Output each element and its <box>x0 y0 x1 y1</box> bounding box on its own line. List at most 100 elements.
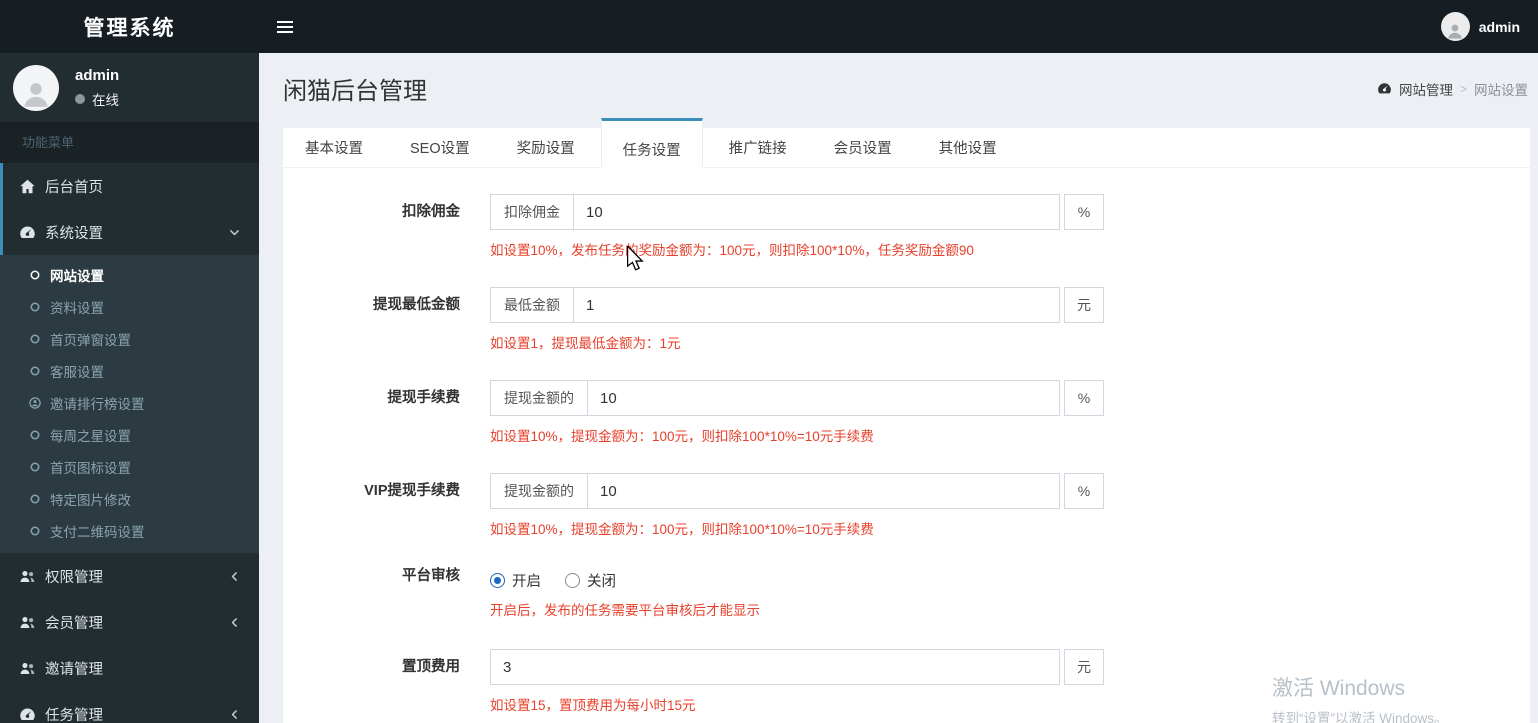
input-field[interactable]: 3 <box>490 649 1060 685</box>
breadcrumb-parent[interactable]: 网站管理 <box>1399 79 1453 99</box>
form-row-1: 提现最低金额 最低金额 1 元如设置1，提现最低金额为：1元 <box>283 287 1530 352</box>
circle-icon <box>28 268 42 282</box>
tab-0[interactable]: 基本设置 <box>284 128 384 167</box>
field-label: 提现手续费 <box>387 390 461 406</box>
sidebar-item-4[interactable]: 邀请管理 <box>0 645 259 691</box>
dashboard-icon <box>19 706 36 723</box>
submenu-item-5[interactable]: 每周之星设置 <box>0 419 259 451</box>
input-prefix: 提现金额的 <box>491 381 588 415</box>
chevron-left-icon <box>228 708 241 721</box>
field-hint: 如设置10%，发布任务的奖励金额为：100元，则扣除100*10%，任务奖励金额… <box>490 243 974 258</box>
input-unit: 元 <box>1064 287 1104 323</box>
input-value[interactable]: 10 <box>574 195 1059 229</box>
input-field[interactable]: 最低金额 1 <box>490 287 1060 323</box>
submenu-item-4[interactable]: 邀请排行榜设置 <box>0 387 259 419</box>
tab-6[interactable]: 其他设置 <box>918 128 1018 167</box>
user-avatar-icon <box>13 64 59 111</box>
sidebar-user-status: 在线 <box>92 92 119 108</box>
sidebar-toggle-button[interactable] <box>263 0 307 53</box>
field-hint: 如设置1，提现最低金额为：1元 <box>490 336 681 351</box>
input-field[interactable]: 扣除佣金 10 <box>490 194 1060 230</box>
input-prefix: 提现金额的 <box>491 474 588 508</box>
radio-option-0[interactable]: 开启 <box>490 570 541 591</box>
sidebar-item-0[interactable]: 后台首页 <box>0 163 259 209</box>
submenu-item-label: 首页弹窗设置 <box>50 333 131 348</box>
submenu-item-0[interactable]: 网站设置 <box>0 259 259 291</box>
radio-option-1[interactable]: 关闭 <box>565 570 616 591</box>
breadcrumb: 网站管理 > 网站设置 <box>1377 79 1528 99</box>
navbar-user-menu[interactable]: admin <box>1423 0 1538 53</box>
submenu-item-label: 支付二维码设置 <box>50 525 145 540</box>
dashboard-icon <box>19 224 36 241</box>
sidebar-item-2[interactable]: 权限管理 <box>0 553 259 599</box>
input-value[interactable]: 3 <box>491 650 1059 684</box>
field-hint: 如设置10%，提现金额为：100元，则扣除100*10%=10元手续费 <box>490 522 874 537</box>
content-header: 闲猫后台管理 网站管理 > 网站设置 <box>259 53 1538 118</box>
user-avatar-icon <box>1440 12 1470 41</box>
submenu-item-8[interactable]: 支付二维码设置 <box>0 515 259 547</box>
circle-icon <box>28 428 42 442</box>
submenu-item-3[interactable]: 客服设置 <box>0 355 259 387</box>
radio-label: 关闭 <box>587 573 616 590</box>
input-field[interactable]: 提现金额的 10 <box>490 380 1060 416</box>
circle-icon <box>28 524 42 538</box>
submenu-item-7[interactable]: 特定图片修改 <box>0 483 259 515</box>
input-unit: % <box>1064 473 1104 509</box>
form-row-5: 置顶费用 3 元如设置15，置顶费用为每小时15元 <box>283 649 1530 714</box>
tab-5[interactable]: 会员设置 <box>813 128 913 167</box>
sidebar-user-panel: admin 在线 <box>0 53 259 122</box>
breadcrumb-current: 网站设置 <box>1474 82 1528 98</box>
sidebar-item-5[interactable]: 任务管理 <box>0 691 259 723</box>
submenu-item-1[interactable]: 资料设置 <box>0 291 259 323</box>
field-label: 提现最低金额 <box>373 297 460 313</box>
sidebar-menu-header: 功能菜单 <box>0 122 259 163</box>
users-icon <box>19 568 36 585</box>
submenu-item-2[interactable]: 首页弹窗设置 <box>0 323 259 355</box>
circle-icon <box>28 492 42 506</box>
submenu-item-label: 每周之星设置 <box>50 429 131 444</box>
input-value[interactable]: 1 <box>574 288 1059 322</box>
tab-4[interactable]: 推广链接 <box>708 128 808 167</box>
tab-2[interactable]: 奖励设置 <box>496 128 596 167</box>
form-row-3: VIP提现手续费 提现金额的 10% 如设置10%，提现金额为：100元，则扣除100… <box>283 473 1530 538</box>
submenu-item-6[interactable]: 首页图标设置 <box>0 451 259 483</box>
field-hint: 如设置10%，提现金额为：100元，则扣除100*10%=10元手续费 <box>490 429 874 444</box>
radio-button[interactable] <box>565 572 580 588</box>
navbar-username: admin <box>1478 18 1520 35</box>
input-unit: % <box>1064 194 1104 230</box>
dashboard-icon <box>1377 81 1392 96</box>
sidebar-submenu: 网站设置 资料设置首页弹窗设置客服设置 邀请排行榜设置每周之星设置首页图标设置特定图… <box>0 255 259 553</box>
status-dot-icon <box>75 93 85 104</box>
circle-icon <box>28 300 42 314</box>
chevron-down-icon <box>228 226 241 239</box>
tab-3[interactable]: 任务设置 <box>600 118 703 168</box>
tab-1[interactable]: SEO设置 <box>389 128 491 167</box>
settings-tabs: 基本设置 SEO设置 奖励设置 任务设置 推广链接 会员设置 其他设置 <box>283 118 1530 168</box>
input-unit: % <box>1064 380 1104 416</box>
sidebar-item-3[interactable]: 会员管理 <box>0 599 259 645</box>
radio-button[interactable] <box>490 572 505 588</box>
sidebar-item-label: 任务管理 <box>45 707 103 723</box>
input-value[interactable]: 10 <box>588 381 1059 415</box>
main-content: 闲猫后台管理 网站管理 > 网站设置 基本设置 SEO设置 奖励设置 任务设置 推广链接… <box>259 53 1538 723</box>
field-hint: 如设置15，置顶费用为每小时15元 <box>490 698 696 713</box>
settings-panel: 基本设置 SEO设置 奖励设置 任务设置 推广链接 会员设置 其他设置 扣除佣金 扣除佣金 10… <box>283 118 1530 723</box>
input-value[interactable]: 10 <box>588 474 1059 508</box>
sidebar-item-label: 系统设置 <box>45 225 103 242</box>
radio-label: 开启 <box>512 573 541 590</box>
field-hint: 开启后，发布的任务需要平台审核后才能显示 <box>490 603 760 618</box>
sidebar-item-label: 会员管理 <box>45 615 103 632</box>
submenu-item-label: 特定图片修改 <box>50 493 131 508</box>
field-label: 平台审核 <box>402 568 460 584</box>
hamburger-icon <box>277 20 293 23</box>
input-field[interactable]: 提现金额的 10 <box>490 473 1060 509</box>
sidebar-item-1[interactable]: 系统设置 <box>0 209 259 255</box>
form-row-0: 扣除佣金 扣除佣金 10% 如设置10%，发布任务的奖励金额为：100元，则扣除100… <box>283 194 1530 259</box>
page-title: 闲猫后台管理 <box>283 78 427 105</box>
form-row-4: 平台审核 开启 关闭开启后，发布的任务需要平台审核后才能显示 <box>283 566 1530 619</box>
form-row-2: 提现手续费 提现金额的 10% 如设置10%，提现金额为：100元，则扣除100*10… <box>283 380 1530 445</box>
users-icon <box>19 614 36 631</box>
sidebar-menu: 后台首页系统设置网站设置 资料设置首页弹窗设置客服设置 邀请排行榜设置每周之星设置首… <box>0 163 259 723</box>
app-logo[interactable]: 管理系统 <box>0 0 259 53</box>
field-label: 置顶费用 <box>402 659 460 675</box>
